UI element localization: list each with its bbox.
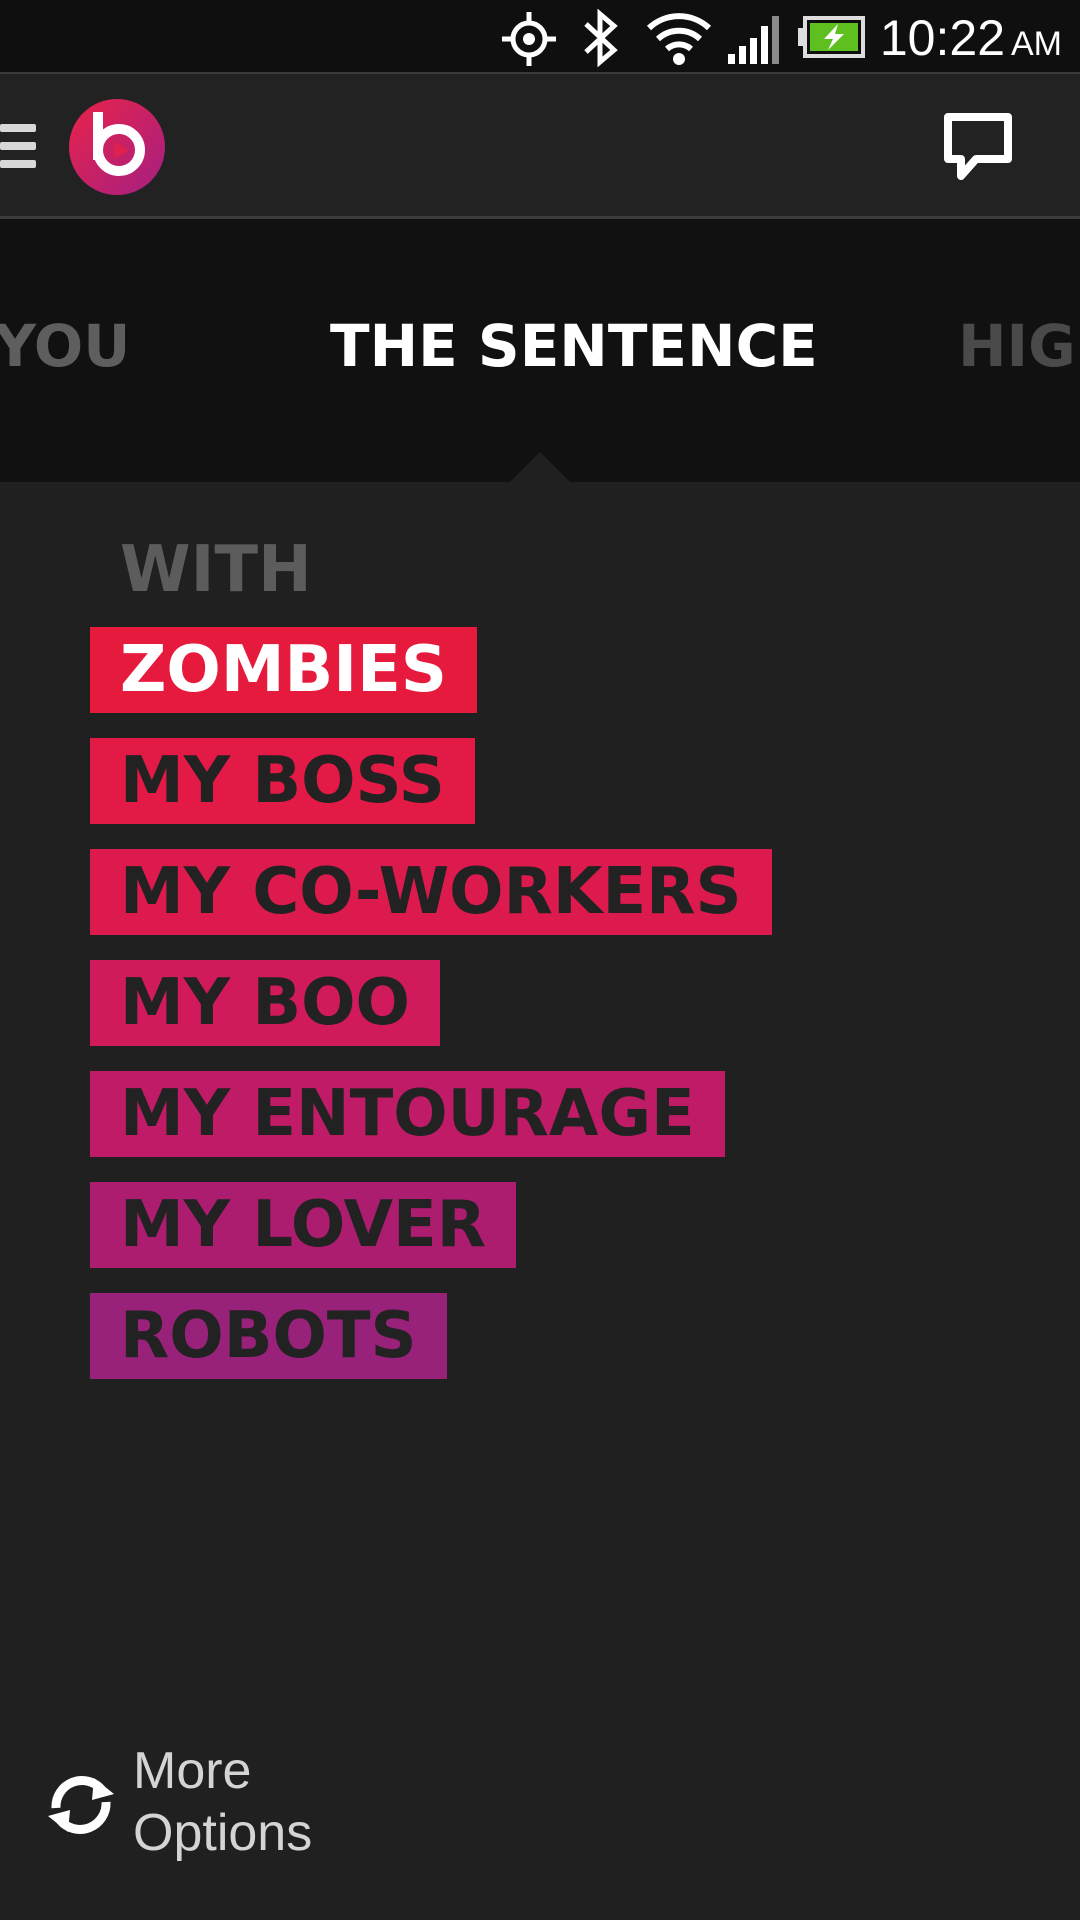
- active-tab-indicator: [510, 452, 570, 482]
- option-robots[interactable]: ROBOTS: [90, 1293, 447, 1379]
- hamburger-menu-icon[interactable]: [0, 122, 36, 170]
- gps-icon: [502, 12, 556, 66]
- tab-the-sentence[interactable]: THE SENTENCE: [330, 311, 818, 381]
- option-my-boss[interactable]: MY BOSS: [90, 738, 475, 824]
- status-bar: 10:22 AM: [0, 0, 1080, 74]
- option-my-lover[interactable]: MY LOVER: [90, 1182, 517, 1268]
- tab-high[interactable]: HIGH: [958, 311, 1080, 381]
- bluetooth-icon: [584, 8, 618, 68]
- tab-you[interactable]: YOU: [0, 311, 130, 381]
- option-my-co-workers[interactable]: MY CO-WORKERS: [90, 849, 772, 935]
- chat-bubble-icon[interactable]: [943, 112, 1013, 184]
- clock: 10:22 AM: [879, 10, 1062, 66]
- battery-charging-icon: [798, 16, 865, 58]
- option-zombies[interactable]: ZOMBIES: [90, 627, 477, 713]
- refresh-icon: [48, 1776, 114, 1834]
- option-my-boo[interactable]: MY BOO: [90, 960, 440, 1046]
- app-bar: [0, 74, 1080, 219]
- sentence-prompt: WITH: [120, 533, 312, 607]
- more-options-label: More Options: [133, 1742, 313, 1862]
- option-my-entourage[interactable]: MY ENTOURAGE: [90, 1071, 725, 1157]
- tab-strip: YOU THE SENTENCE HIGH: [0, 219, 1080, 482]
- more-options-button[interactable]: More Options: [44, 1740, 344, 1870]
- beats-logo[interactable]: [68, 98, 166, 196]
- signal-icon: [728, 16, 779, 64]
- wifi-icon: [646, 13, 712, 65]
